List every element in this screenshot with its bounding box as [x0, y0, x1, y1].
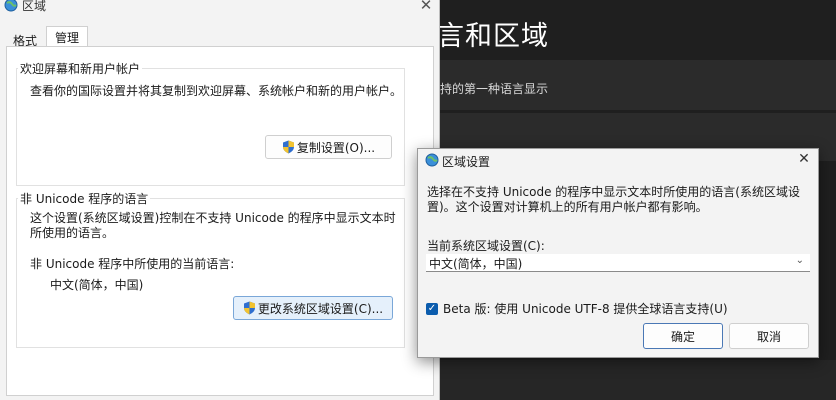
- system-locale-label: 当前系统区域设置(C):: [427, 239, 545, 253]
- cancel-button[interactable]: 取消: [729, 323, 809, 349]
- globe-icon: [425, 153, 439, 167]
- system-locale-select[interactable]: 中文(简体，中国) ⌄: [426, 254, 810, 272]
- copy-settings-label: 复制设置(O)...: [296, 140, 376, 155]
- settings-page-title: 言和区域: [437, 21, 549, 52]
- regional-settings-title: 区域设置: [442, 155, 491, 169]
- regional-settings-description: 选择在不支持 Unicode 的程序中显示文本时所使用的语言(系统区域设置)。这…: [427, 185, 800, 214]
- globe-icon: [4, 0, 18, 12]
- system-locale-value: 中文(简体，中国): [429, 257, 523, 271]
- region-dialog: 区域 ✕ 格式 管理 欢迎屏幕和新用户帐户 查看你的国际设置并将其复制到欢迎屏幕…: [0, 0, 440, 400]
- close-icon[interactable]: ✕: [796, 151, 812, 167]
- beta-utf8-option[interactable]: ✓ Beta 版: 使用 Unicode UTF-8 提供全球语言支持(U): [426, 300, 728, 317]
- beta-utf8-label: Beta 版: 使用 Unicode UTF-8 提供全球语言支持(U): [443, 302, 728, 316]
- regional-settings-dialog: 区域设置 ✕ 选择在不支持 Unicode 的程序中显示文本时所使用的语言(系统…: [417, 148, 819, 358]
- region-dialog-title: 区域: [22, 0, 47, 13]
- close-icon[interactable]: ✕: [418, 0, 434, 14]
- change-system-locale-button[interactable]: 更改系统区域设置(C)...: [233, 296, 393, 320]
- region-tabs: 格式 管理: [0, 26, 440, 48]
- copy-settings-button[interactable]: 复制设置(O)...: [265, 135, 392, 159]
- welcome-group-description: 查看你的国际设置并将其复制到欢迎屏幕、系统帐户和新的用户帐户。: [30, 84, 403, 98]
- uac-shield-icon: [282, 140, 294, 154]
- current-language-value: 中文(简体，中国): [50, 278, 144, 292]
- beta-utf8-checkbox[interactable]: ✓: [426, 302, 438, 315]
- non-unicode-group-description: 这个设置(系统区域设置)控制在不支持 Unicode 的程序中显示文本时所使用的…: [30, 211, 396, 240]
- uac-shield-icon: [243, 301, 255, 315]
- change-system-locale-label: 更改系统区域设置(C)...: [257, 301, 384, 316]
- settings-card-text: 持的第一种语言显示: [440, 82, 549, 96]
- non-unicode-group-legend: 非 Unicode 程序的语言: [18, 190, 151, 207]
- settings-card-lower: [438, 360, 836, 400]
- tab-admin[interactable]: 管理: [46, 26, 89, 48]
- current-language-label: 非 Unicode 程序中所使用的当前语言:: [30, 257, 235, 271]
- region-titlebar: 区域 ✕: [0, 0, 440, 18]
- ok-button[interactable]: 确定: [643, 323, 723, 349]
- welcome-group-legend: 欢迎屏幕和新用户帐户: [18, 60, 143, 77]
- chevron-down-icon: ⌄: [795, 255, 804, 266]
